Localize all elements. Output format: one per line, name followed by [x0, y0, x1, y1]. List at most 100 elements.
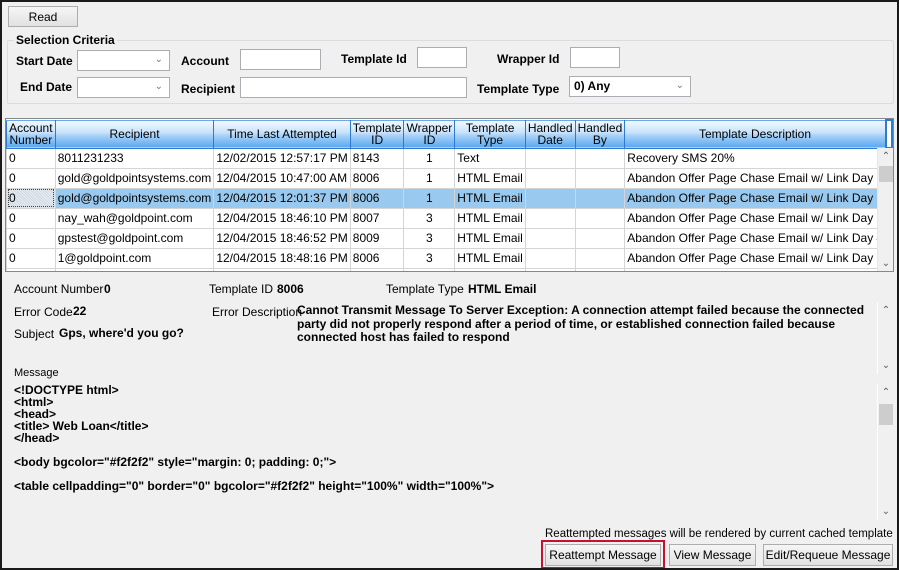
table-cell[interactable]	[574, 228, 626, 249]
message-scrollbar[interactable]: ⌃ ⌄	[877, 384, 894, 520]
table-cell[interactable]: 8006	[349, 168, 405, 189]
chevron-down-icon[interactable]: ⌄	[878, 503, 894, 520]
column-header[interactable]: Template Description	[624, 119, 887, 149]
read-button[interactable]: Read	[8, 6, 78, 27]
table-row[interactable]: 0 gold@goldpointsystems.com 12/04/2015 12:…	[6, 188, 892, 209]
table-cell[interactable]: 8007	[349, 208, 405, 229]
table-cell[interactable]: HTML Email	[454, 248, 526, 269]
table-cell[interactable]: 1	[403, 168, 456, 189]
table-cell[interactable]: Recovery SMS 20%	[624, 148, 887, 169]
table-cell[interactable]	[403, 268, 456, 271]
column-header[interactable]: Handled By	[574, 119, 626, 149]
table-cell[interactable]: HTML Email	[454, 188, 526, 209]
table-cell[interactable]: 0	[6, 168, 56, 189]
grid-scrollbar[interactable]: ⌃ ⌄	[877, 148, 893, 271]
template-id-input[interactable]	[417, 47, 467, 68]
table-cell[interactable]: 0	[6, 188, 56, 209]
table-cell[interactable]: 8009	[349, 228, 405, 249]
column-header[interactable]: Handled Date	[524, 119, 576, 149]
table-row[interactable]: 0 8011231233 12/02/2015 12:57:17 PM 8143 1 Te…	[6, 148, 893, 169]
table-cell[interactable]: 1	[403, 188, 456, 209]
end-date-picker[interactable]: ⌄	[77, 77, 170, 98]
table-cell[interactable]: Abandon Offer Page Chase Email w/ Link D…	[624, 168, 887, 189]
chevron-down-icon[interactable]: ⌄	[878, 255, 893, 271]
table-cell[interactable]	[524, 168, 576, 189]
edit-requeue-message-button[interactable]: Edit/Requeue Message	[763, 544, 893, 566]
account-input[interactable]	[240, 49, 321, 70]
table-cell[interactable]: 12/04/2015 18:46:10 PM	[213, 208, 351, 229]
table-row[interactable]: 0 gold@goldpointsystems.com 12/04/2015 10:…	[6, 168, 893, 189]
messages-grid[interactable]: Account Number Recipient Time Last Attem…	[5, 118, 894, 272]
table-cell[interactable]: Abandon Offer Page Chase Email w/ Link D…	[624, 268, 887, 271]
table-cell[interactable]	[574, 148, 626, 169]
table-cell[interactable]: 12/04/2015 10:47:00 AM	[213, 168, 351, 189]
table-cell[interactable]: 0	[6, 208, 56, 229]
table-cell[interactable]: 8143	[349, 148, 405, 169]
table-cell[interactable]	[524, 148, 576, 169]
column-header[interactable]: Wrapper ID	[403, 119, 456, 149]
table-cell[interactable]: 12/02/2015 12:57:17 PM	[213, 148, 351, 169]
table-cell[interactable]: HTML Email	[454, 208, 526, 229]
table-cell[interactable]	[524, 188, 576, 209]
table-cell[interactable]	[213, 268, 351, 271]
table-cell[interactable]: 1	[403, 148, 456, 169]
table-cell[interactable]: nay_wah@goldpoint.com	[54, 208, 215, 229]
table-cell[interactable]	[524, 248, 576, 269]
table-cell[interactable]	[574, 188, 626, 209]
table-cell[interactable]: Abandon Offer Page Chase Email w/ Link D…	[624, 248, 887, 269]
scroll-thumb[interactable]	[879, 166, 893, 182]
table-cell[interactable]: gold@goldpointsystems.com	[54, 168, 215, 189]
table-row[interactable]: 0 1@goldpoint.com 12/04/2015 18:48:16 PM 80…	[6, 248, 893, 269]
chevron-up-icon[interactable]: ⌃	[878, 148, 893, 165]
table-row[interactable]: 0 HTML Email Abandon Offer Page Chase Emai…	[6, 268, 893, 271]
table-cell[interactable]: HTML Email	[454, 228, 526, 249]
column-header[interactable]: Template ID	[349, 119, 405, 149]
table-cell[interactable]: Abandon Offer Page Chase Email w/ Link D…	[624, 208, 887, 229]
table-cell[interactable]: 3	[403, 228, 456, 249]
chevron-up-icon[interactable]: ⌃	[878, 384, 894, 401]
table-cell[interactable]: 12/04/2015 12:01:37 PM	[213, 188, 351, 209]
table-cell[interactable]: HTML Email	[454, 268, 526, 271]
table-cell[interactable]: Text	[454, 148, 526, 169]
table-cell[interactable]: Abandon Offer Page Chase Email w/ Link D…	[624, 188, 887, 209]
table-cell[interactable]: 8006	[349, 248, 405, 269]
table-cell[interactable]: gpstest@goldpoint.com	[54, 228, 215, 249]
column-header[interactable]: Recipient	[54, 119, 215, 149]
chevron-up-icon[interactable]: ⌃	[878, 302, 894, 319]
chevron-down-icon[interactable]: ⌄	[878, 357, 894, 374]
table-cell[interactable]	[524, 208, 576, 229]
table-cell[interactable]: 0	[6, 228, 56, 249]
table-cell[interactable]: 0	[6, 148, 56, 169]
table-cell[interactable]	[524, 268, 576, 271]
table-row[interactable]: 0 gpstest@goldpoint.com 12/04/2015 18:46:5…	[6, 228, 893, 249]
table-cell[interactable]: Abandon Offer Page Chase Email w/ Link D…	[624, 228, 887, 249]
table-row[interactable]: 0 nay_wah@goldpoint.com 12/04/2015 18:46:1…	[6, 208, 893, 229]
scroll-thumb[interactable]	[879, 404, 893, 425]
table-cell[interactable]: 3	[403, 248, 456, 269]
table-cell[interactable]	[524, 228, 576, 249]
recipient-input[interactable]	[240, 77, 467, 98]
message-body[interactable]: <!DOCTYPE html> <html> <head> <title> We…	[14, 384, 876, 519]
wrapper-id-input[interactable]	[570, 47, 620, 68]
column-header[interactable]: Account Number	[6, 119, 56, 149]
table-cell[interactable]: 8006	[349, 188, 405, 209]
table-cell[interactable]: HTML Email	[454, 168, 526, 189]
table-cell[interactable]	[574, 208, 626, 229]
template-type-select[interactable]: 0) Any ⌄	[569, 76, 691, 97]
table-cell[interactable]: 12/04/2015 18:46:52 PM	[213, 228, 351, 249]
column-header[interactable]: Time Last Attempted	[213, 119, 351, 149]
table-cell[interactable]: 0	[6, 268, 56, 271]
table-cell[interactable]	[574, 268, 626, 271]
table-cell[interactable]: gold@goldpointsystems.com	[54, 188, 215, 209]
table-cell[interactable]: 3	[403, 208, 456, 229]
start-date-picker[interactable]: ⌄	[77, 50, 170, 71]
table-cell[interactable]: 0	[6, 248, 56, 269]
table-cell[interactable]	[54, 268, 215, 271]
table-cell[interactable]: 8011231233	[54, 148, 215, 169]
column-header[interactable]: Template Type	[454, 119, 526, 149]
table-cell[interactable]: 1@goldpoint.com	[54, 248, 215, 269]
table-cell[interactable]	[574, 248, 626, 269]
view-message-button[interactable]: View Message	[669, 544, 756, 566]
error-description-scrollbar[interactable]: ⌃ ⌄	[877, 302, 894, 374]
table-cell[interactable]	[574, 168, 626, 189]
